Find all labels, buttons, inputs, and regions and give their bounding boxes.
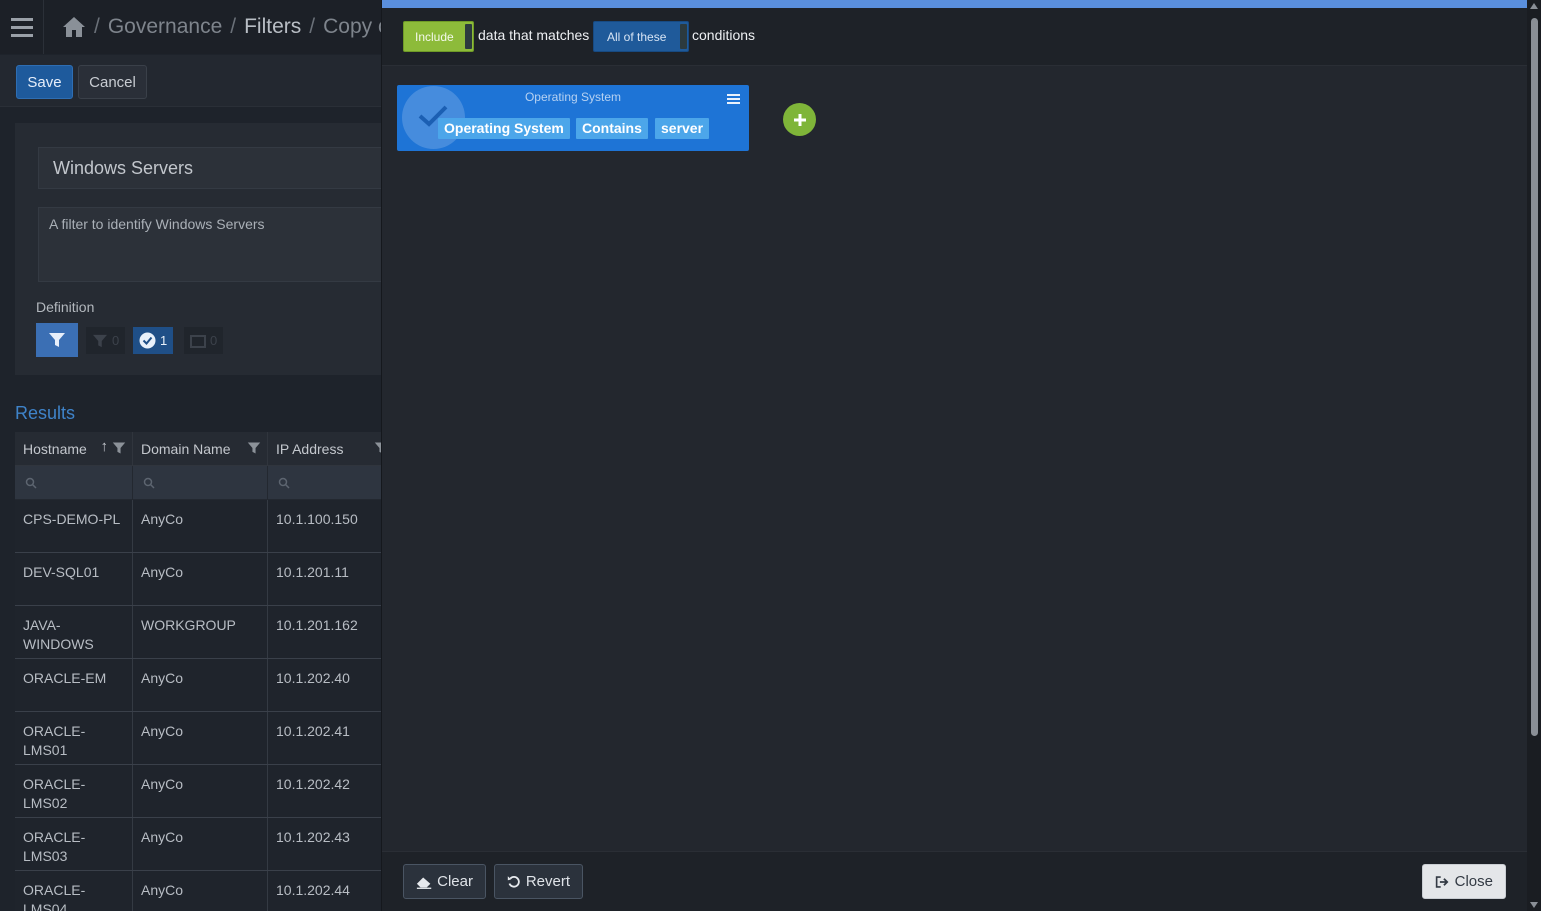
hostname-search-input[interactable] <box>15 466 133 500</box>
filter-icon <box>93 334 107 347</box>
definition-filter-button[interactable] <box>36 323 78 357</box>
eraser-icon <box>416 877 432 889</box>
add-rule-button[interactable] <box>783 103 816 136</box>
table-row[interactable]: ORACLE-EM AnyCo 10.1.202.40 <box>15 659 395 712</box>
save-button[interactable]: Save <box>16 65 73 99</box>
other-count: 0 <box>210 333 218 348</box>
filter-editor-panel: Include data that matches All of these c… <box>381 0 1541 911</box>
table-filter-row <box>15 466 395 500</box>
table-row[interactable]: DEV-SQL01 AnyCo 10.1.201.11 <box>15 553 395 606</box>
filters-count: 0 <box>112 333 120 348</box>
match-mode-toggle[interactable]: All of these <box>593 21 689 52</box>
editor-footer: Clear Revert Close <box>382 851 1527 911</box>
undo-icon <box>507 876 520 888</box>
table-body: CPS-DEMO-PL AnyCo 10.1.100.150 DEV-SQL01 An… <box>15 500 395 911</box>
sign-out-icon <box>1435 875 1449 888</box>
table-row[interactable]: ORACLE-LMS04 AnyCo 10.1.202.44 <box>15 871 395 911</box>
breadcrumb-separator: / <box>94 15 100 38</box>
table-row[interactable]: ORACLE-LMS02 AnyCo 10.1.202.42 <box>15 765 395 818</box>
table-row[interactable]: CPS-DEMO-PL AnyCo 10.1.100.150 <box>15 500 395 553</box>
cancel-button[interactable]: Cancel <box>78 65 147 99</box>
definition-other-count[interactable]: 0 <box>184 327 224 354</box>
conditions-text: conditions <box>692 27 756 43</box>
calendar-icon <box>190 334 206 348</box>
matches-text: data that matches <box>478 27 590 43</box>
definition-filters-count[interactable]: 0 <box>86 327 126 354</box>
rule-title: Operating System <box>524 90 622 104</box>
column-domain-name[interactable]: Domain Name <box>133 432 268 466</box>
breadcrumb-filters[interactable]: Filters <box>244 15 301 39</box>
home-icon[interactable] <box>62 16 86 38</box>
menu-icon[interactable] <box>0 0 44 54</box>
breadcrumb-separator: / <box>309 15 316 38</box>
rule-operator-chip[interactable]: Contains <box>576 118 648 139</box>
close-button[interactable]: Close <box>1422 864 1506 899</box>
rule-field-chip[interactable]: Operating System <box>438 118 570 139</box>
clear-button[interactable]: Clear <box>403 864 486 899</box>
column-filter-icon[interactable] <box>112 441 126 455</box>
scroll-thumb[interactable] <box>1531 18 1538 736</box>
plus-icon <box>793 113 806 126</box>
filter-icon <box>49 333 65 347</box>
sort-asc-icon[interactable]: ↑ <box>101 438 109 455</box>
condition-bar: Include data that matches All of these c… <box>382 8 1527 66</box>
search-icon <box>143 477 155 489</box>
results-title: Results <box>15 403 76 423</box>
column-ip-address[interactable]: IP Address <box>268 432 395 466</box>
check-circle-icon <box>139 332 156 349</box>
include-toggle[interactable]: Include <box>403 21 474 52</box>
ip-search-input[interactable] <box>268 466 395 500</box>
scrollbar[interactable] <box>1527 0 1541 911</box>
definition-label: Definition <box>36 299 95 315</box>
domain-search-input[interactable] <box>133 466 268 500</box>
breadcrumb: / Governance / Filters / Copy of <box>44 15 395 39</box>
breadcrumb-governance[interactable]: Governance <box>108 15 222 39</box>
column-hostname[interactable]: Hostname ↑ <box>15 432 133 466</box>
results-table: Hostname ↑ Domain Name IP Address CPS-DE… <box>15 432 395 911</box>
scroll-up-icon[interactable] <box>1530 3 1538 9</box>
revert-button[interactable]: Revert <box>494 864 583 899</box>
filter-description-input[interactable]: A filter to identify Windows Servers <box>38 207 388 282</box>
definition-rules-count[interactable]: 1 <box>133 327 174 354</box>
search-icon <box>278 477 290 489</box>
search-icon <box>25 477 37 489</box>
filter-name-input[interactable]: Windows Servers <box>38 147 388 189</box>
scroll-down-icon[interactable] <box>1530 902 1538 908</box>
table-row[interactable]: ORACLE-LMS03 AnyCo 10.1.202.43 <box>15 818 395 871</box>
rule-menu-icon[interactable] <box>727 94 740 104</box>
table-row[interactable]: JAVA-WINDOWS WORKGROUP 10.1.201.162 <box>15 606 395 659</box>
panel-accent-bar <box>382 0 1527 8</box>
table-row[interactable]: ORACLE-LMS01 AnyCo 10.1.202.41 <box>15 712 395 765</box>
breadcrumb-separator: / <box>230 15 237 38</box>
table-header: Hostname ↑ Domain Name IP Address <box>15 432 395 466</box>
column-filter-icon[interactable] <box>247 441 261 455</box>
rule-card[interactable]: Operating System Operating System Contai… <box>397 85 749 151</box>
rule-value-chip[interactable]: server <box>655 118 710 139</box>
rules-count: 1 <box>160 333 168 348</box>
